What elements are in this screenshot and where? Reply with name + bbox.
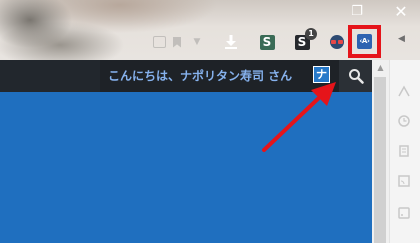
annotation-arrow xyxy=(262,82,336,152)
